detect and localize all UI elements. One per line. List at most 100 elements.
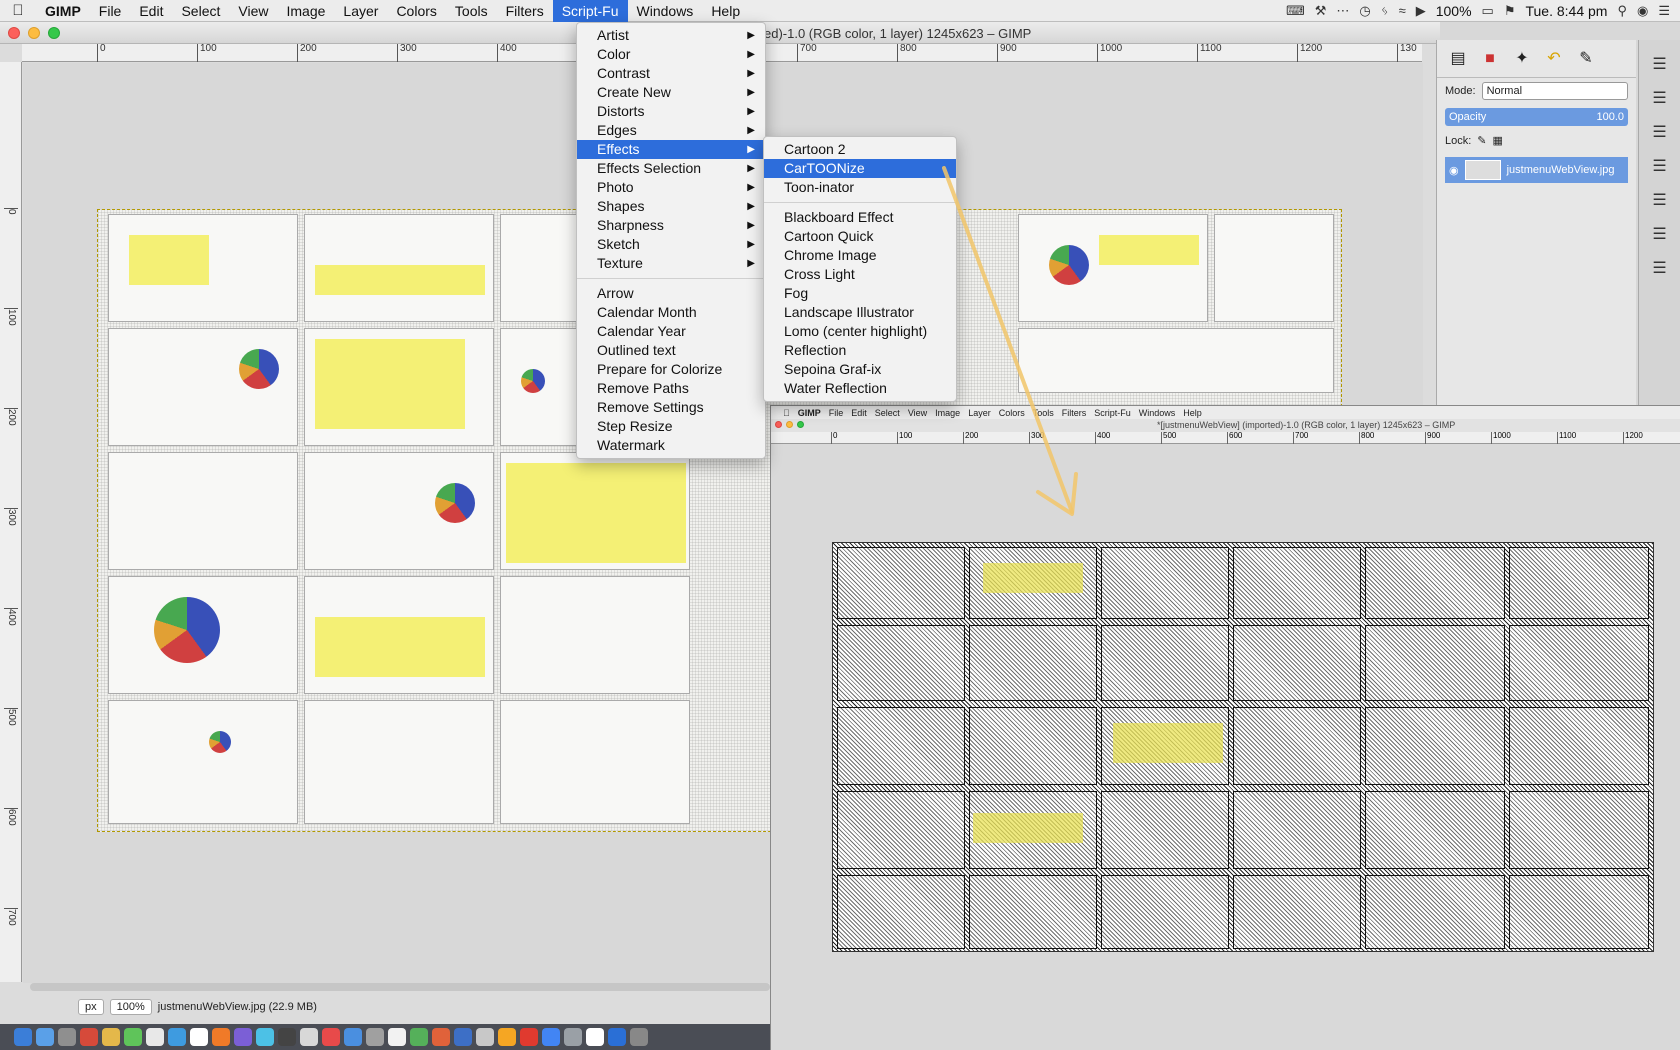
- app-icon[interactable]: [256, 1028, 274, 1046]
- app-icon[interactable]: [300, 1028, 318, 1046]
- menu-app-gimp[interactable]: GIMP: [36, 0, 90, 22]
- menu-item-effects[interactable]: Effects ▶: [577, 140, 765, 159]
- network-icon[interactable]: ⋯: [1336, 3, 1349, 19]
- menu-layer[interactable]: Layer: [334, 0, 387, 22]
- lock-alpha-icon[interactable]: ▦: [1493, 134, 1503, 147]
- app-icon[interactable]: [234, 1028, 252, 1046]
- menu-item-toon-inator[interactable]: Toon-inator: [764, 178, 956, 197]
- bluetooth-icon[interactable]: ᛃ: [1381, 3, 1389, 18]
- menu-windows[interactable]: Windows: [628, 0, 703, 22]
- app-icon[interactable]: [36, 1028, 54, 1046]
- menu-item-watermark[interactable]: Watermark: [577, 436, 765, 455]
- menu-view[interactable]: View: [229, 0, 277, 22]
- app-icon[interactable]: [476, 1028, 494, 1046]
- menu-item-sepoina-graf-ix[interactable]: Sepoina Graf-ix: [764, 360, 956, 379]
- menu-item-edges[interactable]: Edges ▶: [577, 121, 765, 140]
- app-icon[interactable]: [520, 1028, 538, 1046]
- app-icon[interactable]: [542, 1028, 560, 1046]
- menu-item-remove-paths[interactable]: Remove Paths: [577, 379, 765, 398]
- minimize-icon[interactable]: [28, 27, 40, 39]
- menu-tools[interactable]: Tools: [446, 0, 497, 22]
- menu-item-texture[interactable]: Texture ▶: [577, 254, 765, 273]
- menu-item-sharpness[interactable]: Sharpness ▶: [577, 216, 765, 235]
- app-icon[interactable]: [586, 1028, 604, 1046]
- app-icon[interactable]: [410, 1028, 428, 1046]
- mode-select[interactable]: Normal: [1481, 82, 1628, 100]
- layer-item[interactable]: ◉ justmenuWebView.jpg: [1445, 157, 1628, 183]
- finder-icon[interactable]: [14, 1028, 32, 1046]
- menu-item-prepare-for-colorize[interactable]: Prepare for Colorize: [577, 360, 765, 379]
- menu-item-calendar-month[interactable]: Calendar Month: [577, 303, 765, 322]
- siri-icon[interactable]: ◉: [1637, 3, 1648, 19]
- dock-tab-icon[interactable]: ☰: [1651, 88, 1669, 108]
- app-icon[interactable]: [454, 1028, 472, 1046]
- menu-item-arrow[interactable]: Arrow: [577, 284, 765, 303]
- app-icon[interactable]: [388, 1028, 406, 1046]
- app-icon[interactable]: [366, 1028, 384, 1046]
- paths-tab-icon[interactable]: ✦: [1511, 48, 1533, 70]
- battery-icon[interactable]: ▭: [1482, 3, 1494, 19]
- app-icon[interactable]: [168, 1028, 186, 1046]
- app-icon[interactable]: [608, 1028, 626, 1046]
- menu-item-cross-light[interactable]: Cross Light: [764, 265, 956, 284]
- app-icon[interactable]: [564, 1028, 582, 1046]
- menu-item-color[interactable]: Color ▶: [577, 45, 765, 64]
- menu-item-create-new[interactable]: Create New ▶: [577, 83, 765, 102]
- menu-colors[interactable]: Colors: [387, 0, 445, 22]
- dock-tab-icon[interactable]: ☰: [1651, 122, 1669, 142]
- menu-file[interactable]: File: [90, 0, 131, 22]
- menu-item-shapes[interactable]: Shapes ▶: [577, 197, 765, 216]
- menu-item-calendar-year[interactable]: Calendar Year: [577, 322, 765, 341]
- app-icon[interactable]: [146, 1028, 164, 1046]
- menu-item-cartoon-quick[interactable]: Cartoon Quick: [764, 227, 956, 246]
- app-icon[interactable]: [432, 1028, 450, 1046]
- menu-item-landscape-illustrator[interactable]: Landscape Illustrator: [764, 303, 956, 322]
- menu-item-chrome-image[interactable]: Chrome Image: [764, 246, 956, 265]
- menu-item-artist[interactable]: Artist ▶: [577, 26, 765, 45]
- menu-help[interactable]: Help: [702, 0, 749, 22]
- app-icon[interactable]: [278, 1028, 296, 1046]
- menu-item-reflection[interactable]: Reflection: [764, 341, 956, 360]
- notification-center-icon[interactable]: ☰: [1658, 3, 1670, 19]
- close-icon[interactable]: [8, 27, 20, 39]
- menu-filters[interactable]: Filters: [497, 0, 553, 22]
- flag-icon[interactable]: ⚑: [1504, 3, 1516, 19]
- vertical-ruler[interactable]: 0 100 200 300 400 500 600 700: [0, 62, 22, 982]
- dock-tab-icon[interactable]: ☰: [1651, 190, 1669, 210]
- horizontal-scrollbar[interactable]: [30, 983, 770, 991]
- menu-item-cartoonize[interactable]: CarTOONize: [764, 159, 956, 178]
- visibility-eye-icon[interactable]: ◉: [1449, 164, 1459, 177]
- undo-history-tab-icon[interactable]: ↶: [1543, 48, 1565, 70]
- menu-item-cartoon-2[interactable]: Cartoon 2: [764, 140, 956, 159]
- channels-tab-icon[interactable]: ■: [1479, 48, 1501, 70]
- app-icon[interactable]: [322, 1028, 340, 1046]
- zoom-select[interactable]: 100%: [109, 999, 152, 1015]
- menu-item-step-resize[interactable]: Step Resize: [577, 417, 765, 436]
- menu-item-sketch[interactable]: Sketch ▶: [577, 235, 765, 254]
- time-machine-icon[interactable]: ◷: [1359, 3, 1370, 19]
- menu-edit[interactable]: Edit: [130, 0, 172, 22]
- opacity-slider[interactable]: Opacity 100.0: [1445, 108, 1628, 126]
- menu-item-photo[interactable]: Photo ▶: [577, 178, 765, 197]
- menu-item-fog[interactable]: Fog: [764, 284, 956, 303]
- dock-tab-icon[interactable]: ☰: [1651, 156, 1669, 176]
- app-icon[interactable]: [344, 1028, 362, 1046]
- lock-pixels-icon[interactable]: ✎: [1477, 134, 1486, 147]
- app-icon[interactable]: [498, 1028, 516, 1046]
- app-icon[interactable]: [102, 1028, 120, 1046]
- menu-item-blackboard-effect[interactable]: Blackboard Effect: [764, 208, 956, 227]
- volume-icon[interactable]: ▶: [1416, 3, 1426, 19]
- dock-tab-icon[interactable]: ☰: [1651, 258, 1669, 278]
- apple-menu-icon[interactable]: : [0, 2, 36, 19]
- wifi-icon[interactable]: ≈: [1399, 3, 1406, 18]
- app-icon[interactable]: [80, 1028, 98, 1046]
- menu-image[interactable]: Image: [277, 0, 334, 22]
- menu-item-water-reflection[interactable]: Water Reflection: [764, 379, 956, 398]
- menu-item-lomo[interactable]: Lomo (center highlight): [764, 322, 956, 341]
- menu-item-contrast[interactable]: Contrast ▶: [577, 64, 765, 83]
- app-icon[interactable]: [58, 1028, 76, 1046]
- menu-item-remove-settings[interactable]: Remove Settings: [577, 398, 765, 417]
- zoom-icon[interactable]: [48, 27, 60, 39]
- app-icon[interactable]: [190, 1028, 208, 1046]
- wrench-icon[interactable]: ⚒: [1315, 3, 1327, 19]
